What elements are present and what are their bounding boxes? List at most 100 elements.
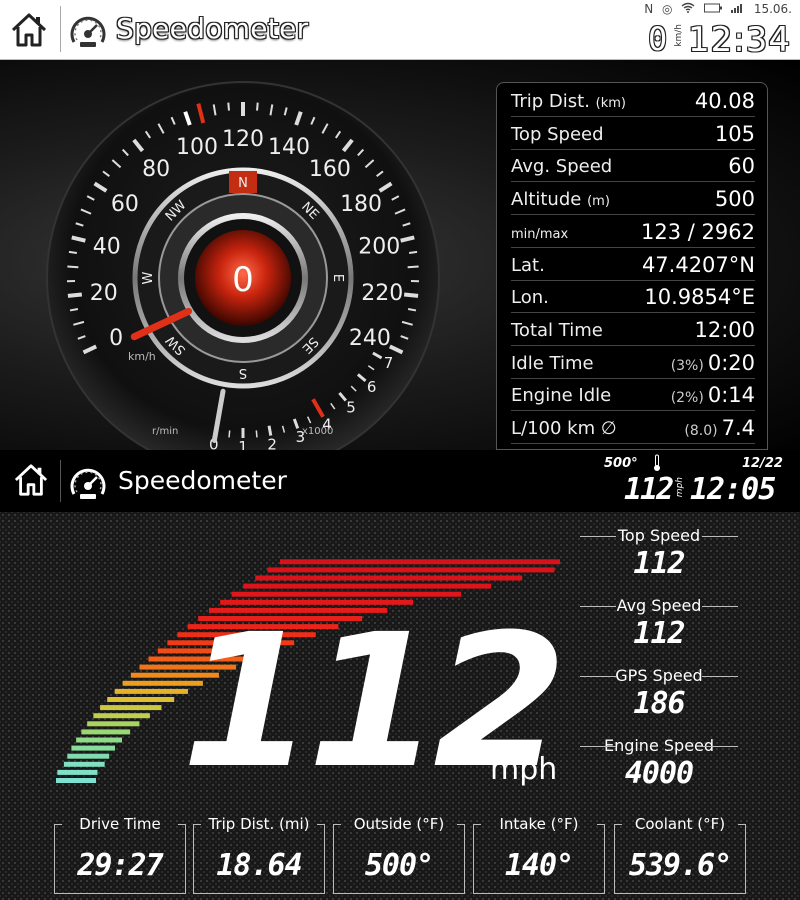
trip-stat-value-text: 10.9854°E <box>644 285 755 310</box>
current-speed-readout: 0 <box>232 260 254 300</box>
speed-bar-segment <box>87 721 140 727</box>
bottom-stat-label: Intake (°F) <box>499 815 579 833</box>
speed-bar-segment <box>56 778 96 783</box>
trip-stat-row: Trip Dist. (km) 40.08 <box>511 85 755 117</box>
trip-stat-value: 10.9854°E <box>644 285 755 309</box>
trip-stat-label: Altitude (m) <box>511 189 610 210</box>
speed-tick <box>407 265 419 269</box>
speed-tick <box>227 102 230 111</box>
bottom-stat-box: Coolant (°F) 539.6° <box>614 816 746 894</box>
trip-stat-value-text: 0:14 <box>707 383 755 408</box>
bottom-stat-caption: Drive Time <box>54 816 186 832</box>
trip-stat-label-text: Lat. <box>511 254 545 276</box>
trip-stat-value-text: 47.4207°N <box>641 252 755 277</box>
trip-stat-value-text: 0:20 <box>707 350 755 375</box>
trip-stats-panel: Trip Dist. (km) 40.08 Top Speed 105 Avg. Spe… <box>496 82 768 450</box>
speed-unit-label: km/h <box>128 350 156 363</box>
side-stat: Engine Speed 4000 <box>578 736 740 792</box>
home-button[interactable] <box>8 458 54 502</box>
compass-label: S <box>239 365 247 380</box>
side-stat: Top Speed 112 <box>578 526 740 582</box>
battery-icon <box>704 2 723 16</box>
trip-stat-label: Total Time <box>511 320 603 341</box>
trip-stat-label: Avg. Speed <box>511 156 612 177</box>
speed-bar-segment <box>81 729 131 735</box>
speed-tick-label: 20 <box>90 281 118 306</box>
bottom-stat-box: Drive Time 29:27 <box>54 816 186 894</box>
home-icon <box>11 13 47 47</box>
rpm-tick-label: 1 <box>238 438 248 450</box>
trip-stat-row: Engine Idle (2%) 0:14 <box>511 379 755 412</box>
header-clock: 12:05 <box>690 472 776 507</box>
trip-stat-label: min/max <box>511 222 568 243</box>
rpm-multiplier-label: x1000 <box>302 426 333 437</box>
speed-tick-label: 200 <box>358 235 400 260</box>
side-stat-value: 112 <box>633 616 685 651</box>
header-speed: 112 <box>624 472 674 507</box>
speed-tick <box>68 250 78 255</box>
app-header-dark: Speedometer 500° 12/22 112 mph 12:05 <box>0 450 800 512</box>
bottom-stat-label: Trip Dist. (mi) <box>208 815 310 833</box>
rpm-tick-label: 6 <box>367 378 377 396</box>
analog-dashboard: 020406080100120140160180200220240 012345… <box>0 60 800 450</box>
trip-stat-value: 60 <box>728 154 755 178</box>
rpm-tick-label: 7 <box>384 354 394 372</box>
trip-stat-row: Altitude (m) 500 <box>511 183 755 216</box>
speed-tick-label: 160 <box>309 157 351 182</box>
bottom-stat-label: Drive Time <box>79 815 161 833</box>
trip-stat-label-text: Altitude <box>511 189 582 211</box>
speed-tick <box>67 292 83 298</box>
trip-stat-label: Engine Idle <box>511 385 611 406</box>
trip-stat-label-text: L/100 km ∅ <box>511 418 617 439</box>
trip-stat-value: 105 <box>715 122 755 146</box>
trip-stat-label: Trip Dist. (km) <box>511 91 626 112</box>
bottom-stat-box: Intake (°F) 140° <box>473 816 605 894</box>
trip-stat-label: L/100 km ∅ <box>511 418 617 439</box>
speed-tick <box>403 292 419 298</box>
trip-stat-percent: (2%) <box>670 390 704 407</box>
speed-bar-segment <box>114 688 188 694</box>
trip-stat-row: Idle Time (3%) 0:20 <box>511 347 755 379</box>
signal-icon <box>731 2 745 16</box>
speed-bar-segment <box>100 705 162 711</box>
trip-stat-value: 40.08 <box>695 89 755 113</box>
side-stat-value: 4000 <box>624 756 694 791</box>
thermometer-icon <box>654 454 660 471</box>
speed-tick-label: 100 <box>176 135 218 160</box>
trip-stat-row: Total Time 12:00 <box>511 314 755 346</box>
header-clock: 12:34 <box>688 20 791 60</box>
trip-stat-label: Top Speed <box>511 124 604 145</box>
trip-stat-value: (8.0) 7.4 <box>684 416 755 440</box>
home-button[interactable] <box>6 8 52 52</box>
speed-tick-label: 220 <box>361 281 403 306</box>
header-date: 12/22 <box>742 456 783 471</box>
side-stat-value: 186 <box>633 686 685 721</box>
trip-stat-label-text: Total Time <box>511 319 603 341</box>
trip-stat-value: (2%) 0:14 <box>671 383 755 407</box>
speed-tick-label: 60 <box>111 192 139 217</box>
header-speed: 0 <box>648 20 668 58</box>
status-date: 15.06. <box>753 2 792 16</box>
bottom-stat-label: Coolant (°F) <box>634 815 726 833</box>
trip-stat-row: L/100 km ∅ (8.0) 7.4 <box>511 412 755 444</box>
trip-stat-value: 47.4207°N <box>642 253 755 277</box>
page-title: Speedometer <box>116 12 309 45</box>
speed-bar-segment <box>255 575 523 581</box>
bottom-stat-caption: Outside (°F) <box>333 816 465 832</box>
bottom-stat-value: 140° <box>504 848 574 883</box>
trip-stat-row: Top Speed 105 <box>511 118 755 150</box>
speed-tick-label: 240 <box>349 326 391 351</box>
rpm-tick-label: 2 <box>267 435 277 450</box>
trip-stat-value-text: 40.08 <box>694 89 755 113</box>
trip-stat-value-text: 500 <box>714 187 755 212</box>
trip-stat-value: 123 / 2962 <box>641 220 755 244</box>
trip-stat-label: Idle Time <box>511 353 594 374</box>
trip-stat-label: Lat. <box>511 255 545 276</box>
bottom-stat-label: Outside (°F) <box>353 815 445 833</box>
trip-stat-percent: (8.0) <box>684 423 718 439</box>
bottom-stat-value: 18.64 <box>216 848 302 883</box>
header-divider <box>60 6 61 52</box>
trip-stat-unit: (m) <box>587 194 610 210</box>
header-speed-unit: mph <box>675 477 685 498</box>
rpm-tick <box>255 430 258 438</box>
